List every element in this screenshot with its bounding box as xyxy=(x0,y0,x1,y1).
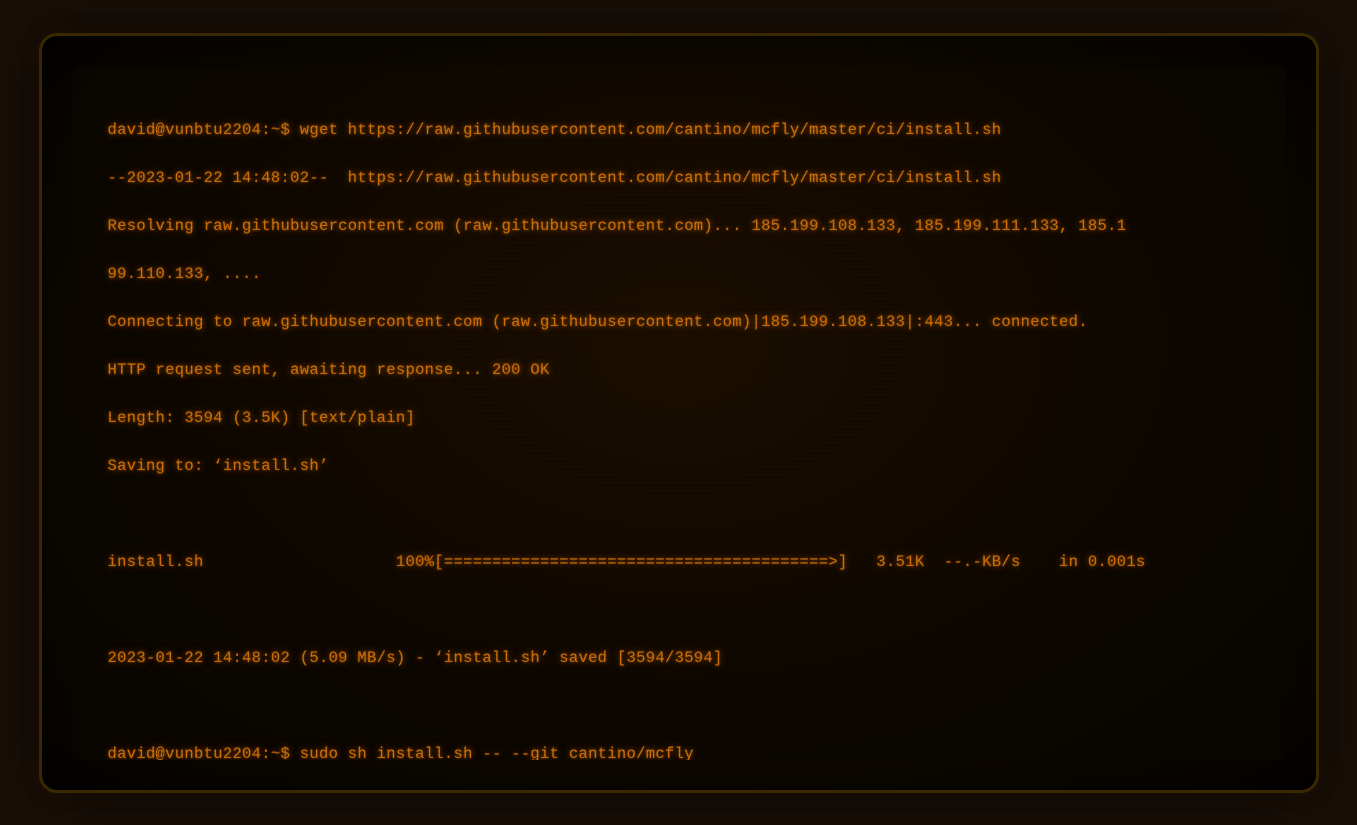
line-8: Saving to: ‘install.sh’ xyxy=(108,457,329,475)
monitor: david@vunbtu2204:~$ wget https://raw.git… xyxy=(39,33,1319,793)
line-2: --2023-01-22 14:48:02-- https://raw.gith… xyxy=(108,169,1002,187)
line-5: Connecting to raw.githubusercontent.com … xyxy=(108,313,1088,331)
line-4: 99.110.133, .... xyxy=(108,265,262,283)
line-1: david@vunbtu2204:~$ wget https://raw.git… xyxy=(108,121,1002,139)
line-12: 2023-01-22 14:48:02 (5.09 MB/s) - ‘insta… xyxy=(108,649,723,667)
line-10: install.sh 100%[========================… xyxy=(108,553,1146,571)
line-7: Length: 3594 (3.5K) [text/plain] xyxy=(108,409,416,427)
terminal-output: david@vunbtu2204:~$ wget https://raw.git… xyxy=(108,94,1250,760)
line-3: Resolving raw.githubusercontent.com (raw… xyxy=(108,217,1127,235)
line-6: HTTP request sent, awaiting response... … xyxy=(108,361,550,379)
line-14: david@vunbtu2204:~$ sudo sh install.sh -… xyxy=(108,745,694,760)
terminal-screen[interactable]: david@vunbtu2204:~$ wget https://raw.git… xyxy=(72,66,1286,760)
